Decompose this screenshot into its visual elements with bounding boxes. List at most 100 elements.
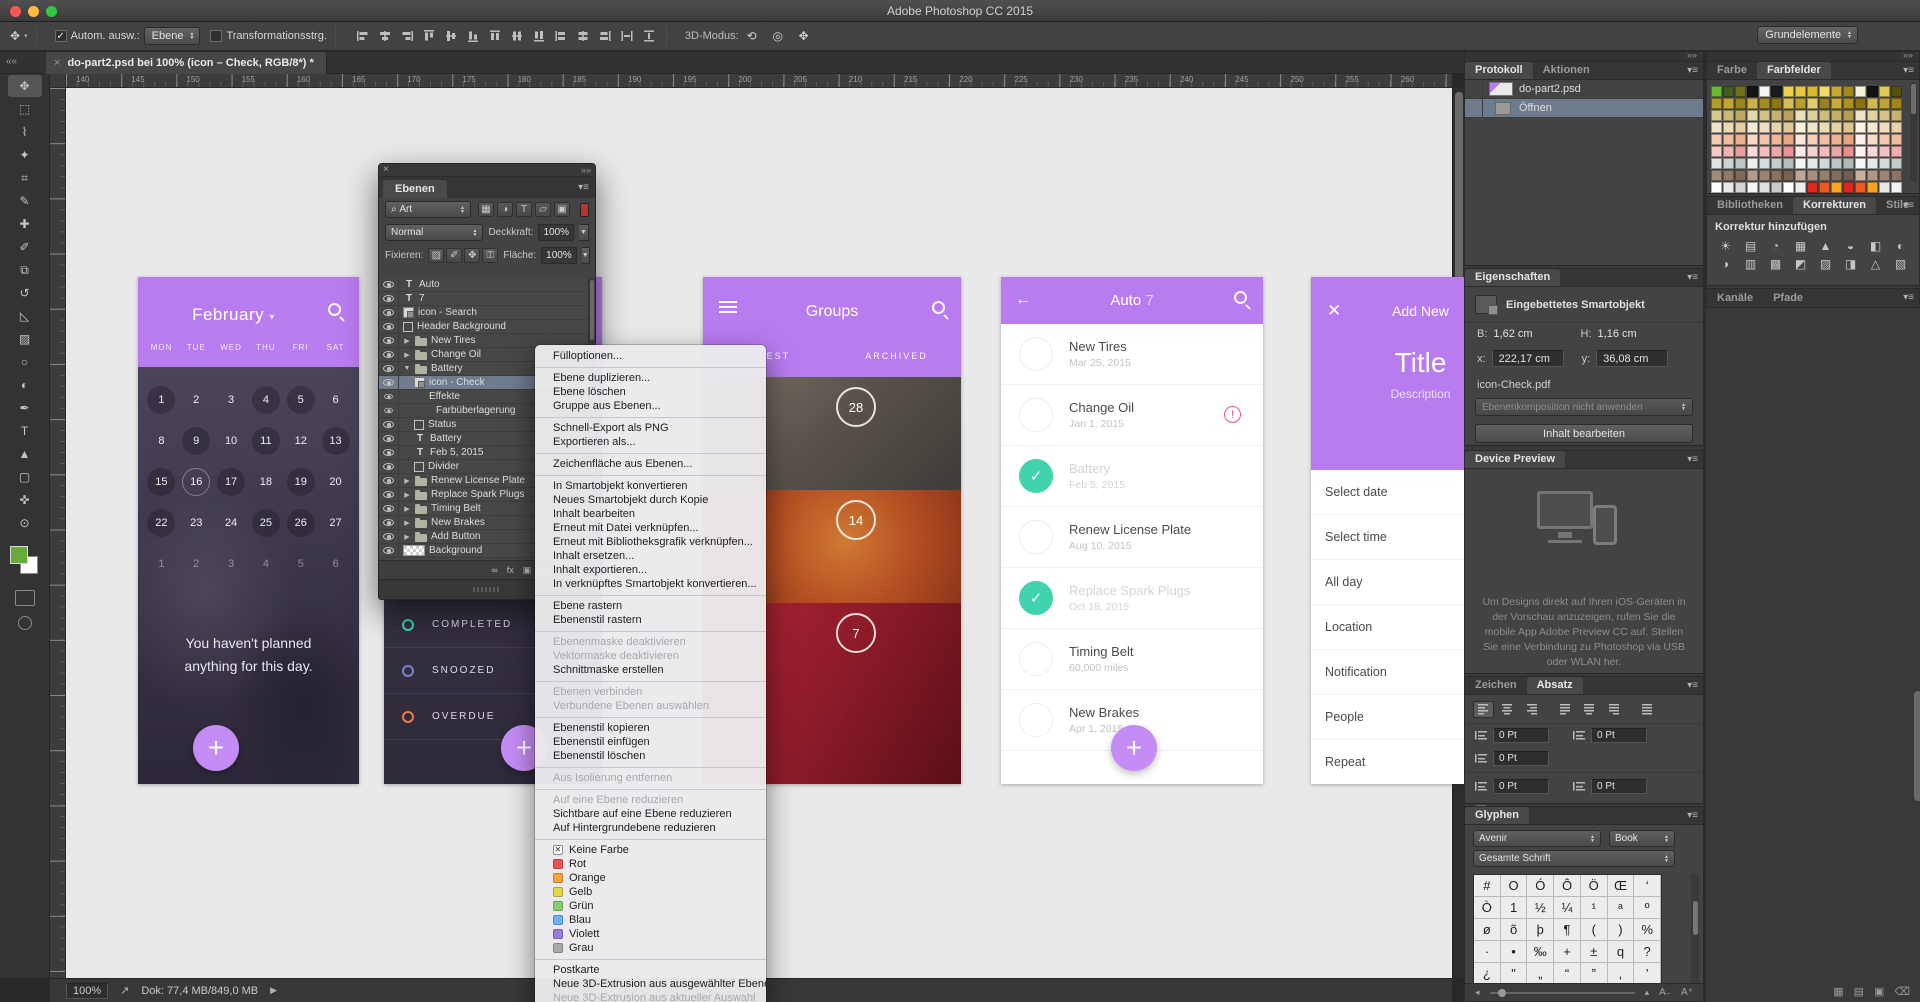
- color-swatch[interactable]: [1831, 86, 1842, 97]
- color-swatch[interactable]: [1831, 170, 1842, 181]
- dist-width-icon[interactable]: [618, 27, 636, 45]
- glyph-cell[interactable]: ¼: [1554, 897, 1581, 919]
- menu-item-rot[interactable]: Rot: [535, 857, 766, 871]
- visibility-eye-icon[interactable]: [379, 544, 399, 558]
- color-swatch[interactable]: [1891, 110, 1902, 121]
- color-swatch[interactable]: [1711, 98, 1722, 109]
- color-swatch[interactable]: [1819, 134, 1830, 145]
- tab-eigenschaften[interactable]: Eigenschaften: [1465, 269, 1560, 286]
- color-swatch[interactable]: [1879, 110, 1890, 121]
- color-swatch[interactable]: [1831, 146, 1842, 157]
- color-swatch[interactable]: [1855, 110, 1866, 121]
- close-document-icon[interactable]: ×: [54, 57, 60, 69]
- color-swatch[interactable]: [1723, 134, 1734, 145]
- color-swatch[interactable]: [1783, 122, 1794, 133]
- lock-transparency-icon[interactable]: ▨: [428, 248, 444, 263]
- transform-controls-checkbox[interactable]: [210, 30, 222, 42]
- color-swatch[interactable]: [1723, 110, 1734, 121]
- posterize-icon[interactable]: ▨: [1813, 255, 1838, 273]
- move-tool[interactable]: ✥: [8, 75, 42, 97]
- align-jleft-button[interactable]: [1555, 701, 1576, 718]
- color-swatch[interactable]: [1879, 158, 1890, 169]
- color-swatch[interactable]: [1843, 182, 1854, 193]
- dist-right-icon[interactable]: [596, 27, 614, 45]
- color-lookup-icon[interactable]: ▩: [1763, 255, 1788, 273]
- panel-menu-icon[interactable]: ▾≡: [1687, 65, 1698, 76]
- filter-pixel-layers-icon[interactable]: ▦: [478, 202, 494, 217]
- color-swatch[interactable]: [1747, 98, 1758, 109]
- color-swatch[interactable]: [1771, 182, 1782, 193]
- status-options-arrow[interactable]: ▶: [270, 985, 277, 996]
- color-swatch[interactable]: [1711, 134, 1722, 145]
- layer-row-header-background[interactable]: Header Background: [379, 320, 595, 334]
- horizontal-ruler[interactable]: 1401451501551601651701751801851901952002…: [66, 74, 1452, 88]
- color-swatch[interactable]: [1771, 110, 1782, 121]
- black-white-icon[interactable]: ◐: [1888, 237, 1913, 255]
- menu-item-schnell-export-als-png[interactable]: Schnell-Export als PNG: [535, 421, 766, 435]
- menu-item-in-smartobjekt-konvertieren[interactable]: In Smartobjekt konvertieren: [535, 479, 766, 493]
- visibility-eye-icon[interactable]: [379, 530, 399, 544]
- gradient-map-icon[interactable]: ▧: [1888, 255, 1913, 273]
- panel-collapse-icon[interactable]: »»: [581, 164, 591, 176]
- glyph-cell[interactable]: ±: [1581, 941, 1608, 963]
- color-swatch[interactable]: [1867, 170, 1878, 181]
- glyph-cell[interactable]: ): [1608, 919, 1635, 941]
- visibility-eye-icon[interactable]: [379, 418, 399, 432]
- color-swatch[interactable]: [1891, 86, 1902, 97]
- color-swatch[interactable]: [1711, 170, 1722, 181]
- panel-menu-icon[interactable]: ▾≡: [1687, 272, 1698, 283]
- color-swatch[interactable]: [1807, 110, 1818, 121]
- color-swatch[interactable]: [1819, 170, 1830, 181]
- panel-menu-icon[interactable]: ▾≡: [1903, 292, 1914, 303]
- toolbar-collapse-icon[interactable]: ««: [6, 56, 17, 67]
- panel-menu-icon[interactable]: ▾≡: [1687, 680, 1698, 691]
- color-swatch[interactable]: [1735, 98, 1746, 109]
- color-swatch[interactable]: [1747, 122, 1758, 133]
- share-icon[interactable]: ↗: [120, 984, 129, 997]
- menu-item-ebenenstil-kopieren[interactable]: Ebenenstil kopieren: [535, 721, 766, 735]
- align-top-icon[interactable]: [420, 27, 438, 45]
- color-swatch[interactable]: [1843, 122, 1854, 133]
- color-swatch[interactable]: [1771, 86, 1782, 97]
- blend-mode-select[interactable]: Normal ▲▼: [385, 224, 483, 241]
- visibility-eye-icon[interactable]: [379, 334, 399, 348]
- color-swatch[interactable]: [1711, 86, 1722, 97]
- path-select-tool[interactable]: ▲: [8, 443, 42, 465]
- color-swatch[interactable]: [1831, 122, 1842, 133]
- color-swatch[interactable]: [1867, 146, 1878, 157]
- glyph-size-down-icon[interactable]: A₋: [1659, 987, 1671, 998]
- clone-stamp-tool[interactable]: ⧉: [8, 259, 42, 281]
- tab-farbfelder[interactable]: Farbfelder: [1757, 62, 1831, 79]
- align-left-button[interactable]: [1473, 701, 1494, 718]
- color-swatch[interactable]: [1735, 170, 1746, 181]
- color-swatch[interactable]: [1783, 158, 1794, 169]
- color-swatch[interactable]: [1831, 134, 1842, 145]
- color-swatch[interactable]: [1723, 146, 1734, 157]
- color-swatch[interactable]: [1783, 110, 1794, 121]
- color-swatch[interactable]: [1735, 110, 1746, 121]
- link-layers-icon[interactable]: ∞: [491, 565, 497, 575]
- screen-mode-button[interactable]: [18, 616, 32, 630]
- panel-menu-icon[interactable]: ▾≡: [1903, 200, 1914, 211]
- dock-collapse-icon[interactable]: »»: [1687, 50, 1697, 60]
- color-swatch[interactable]: [1867, 158, 1878, 169]
- color-balance-icon[interactable]: ◧: [1863, 237, 1888, 255]
- glyph-cell[interactable]: º: [1634, 897, 1661, 919]
- layer-row-icon-search[interactable]: icon - Search: [379, 306, 595, 320]
- tab-kanäle[interactable]: Kanäle: [1707, 290, 1763, 307]
- color-swatch[interactable]: [1867, 110, 1878, 121]
- fill-arrow[interactable]: ▼: [582, 247, 590, 264]
- channel-mixer-icon[interactable]: ▥: [1738, 255, 1763, 273]
- dock-grid-icon[interactable]: ▦: [1833, 985, 1843, 998]
- color-swatch[interactable]: [1747, 182, 1758, 193]
- menu-item-postkarte[interactable]: Postkarte: [535, 963, 766, 977]
- color-swatch[interactable]: [1735, 122, 1746, 133]
- color-swatch[interactable]: [1831, 110, 1842, 121]
- menu-item-neues-smartobjekt-durch-kopie[interactable]: Neues Smartobjekt durch Kopie: [535, 493, 766, 507]
- color-swatch[interactable]: [1735, 146, 1746, 157]
- type-tool[interactable]: T: [8, 420, 42, 442]
- dist-height-icon[interactable]: [640, 27, 658, 45]
- dist-bottom-icon[interactable]: [530, 27, 548, 45]
- color-swatch[interactable]: [1807, 122, 1818, 133]
- glyph-cell[interactable]: ¹: [1581, 897, 1608, 919]
